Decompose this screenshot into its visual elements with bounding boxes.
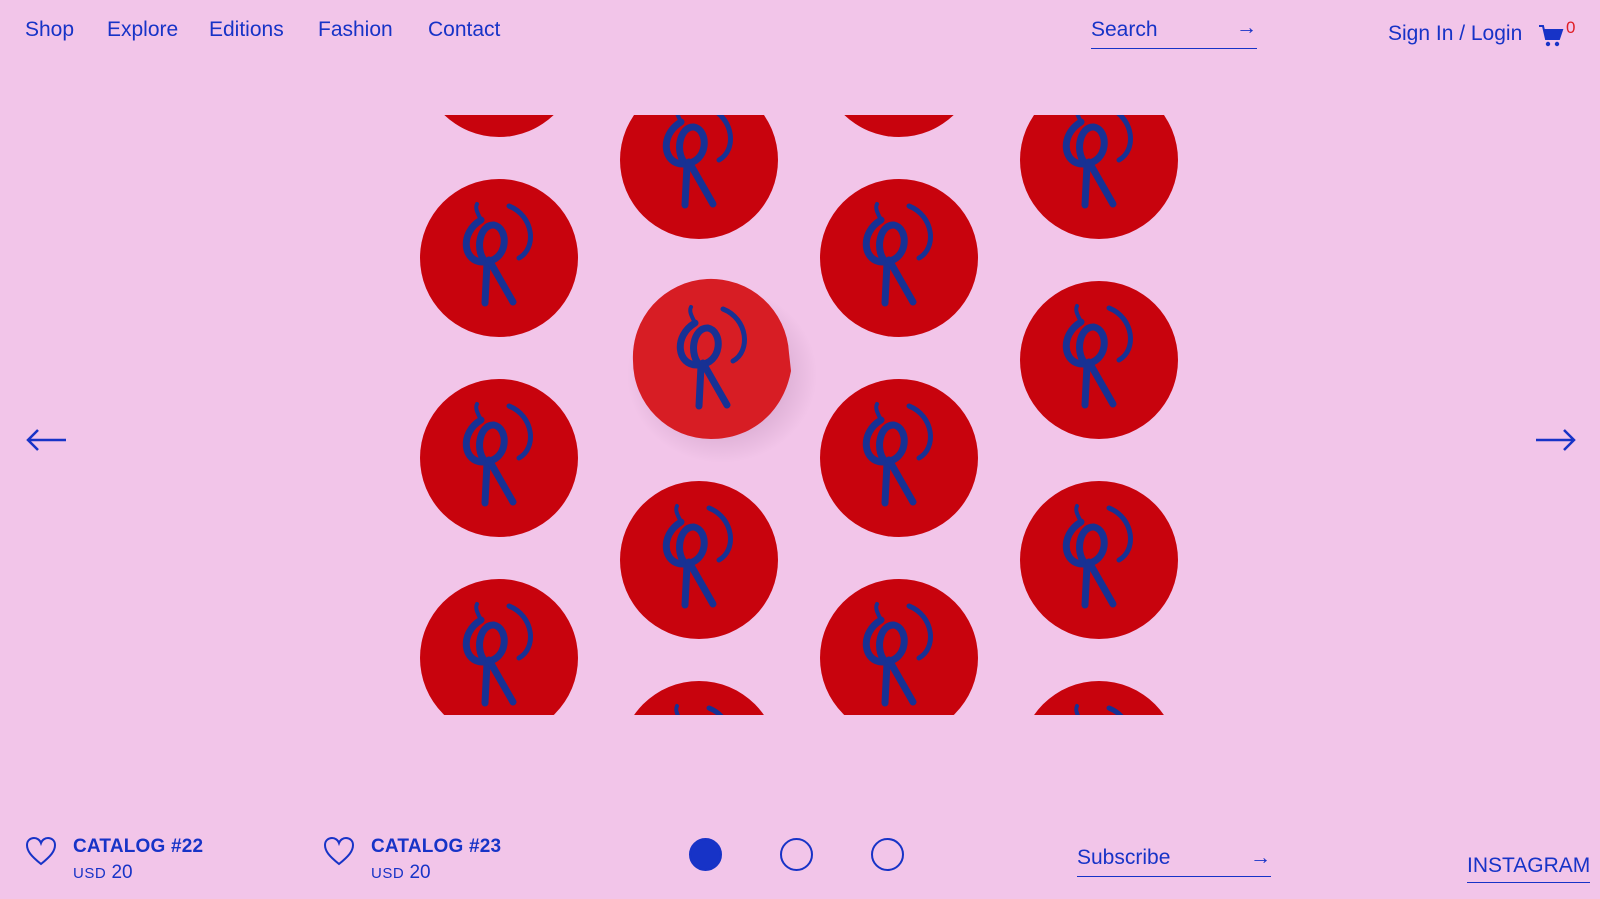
product-card[interactable]: CATALOG #23 USD 20 [323, 836, 501, 884]
product-info: CATALOG #22 USD 20 [73, 836, 203, 884]
main-nav: Shop Explore Editions Fashion Contact [25, 18, 500, 42]
nav-item-explore[interactable]: Explore [107, 18, 209, 42]
product-card[interactable]: CATALOG #22 USD 20 [25, 836, 203, 884]
product-info: CATALOG #23 USD 20 [371, 836, 501, 884]
nav-item-editions[interactable]: Editions [209, 18, 318, 42]
subscribe-arrow-icon[interactable]: → [1250, 846, 1271, 876]
product-currency: USD [73, 865, 107, 882]
cart-icon[interactable] [1538, 24, 1564, 53]
search-arrow-icon[interactable]: → [1236, 16, 1257, 40]
heart-icon[interactable] [25, 836, 57, 871]
signin-link[interactable]: Sign In / Login [1388, 22, 1522, 46]
carousel-dot-2[interactable] [780, 838, 813, 871]
search-input[interactable]: Search → [1091, 16, 1257, 49]
product-title[interactable]: CATALOG #22 [73, 836, 203, 858]
nav-item-fashion[interactable]: Fashion [318, 18, 428, 42]
nav-item-shop[interactable]: Shop [25, 18, 107, 42]
instagram-link[interactable]: INSTAGRAM [1467, 854, 1591, 883]
subscribe-label: Subscribe [1077, 846, 1171, 869]
product-currency: USD [371, 865, 405, 882]
carousel-dot-3[interactable] [871, 838, 904, 871]
sticker-pattern [400, 115, 1200, 715]
carousel-pagination [689, 838, 962, 871]
heart-icon[interactable] [323, 836, 355, 871]
arrow-right-icon[interactable] [1535, 428, 1577, 457]
product-price: USD 20 [73, 862, 203, 884]
arrow-left-icon[interactable] [25, 428, 67, 457]
product-price: USD 20 [371, 862, 501, 884]
hero-image [400, 115, 1200, 715]
search-label: Search [1091, 18, 1158, 41]
product-price-value: 20 [409, 862, 431, 883]
subscribe-input[interactable]: Subscribe → [1077, 846, 1271, 877]
product-title[interactable]: CATALOG #23 [371, 836, 501, 858]
nav-item-contact[interactable]: Contact [428, 18, 500, 42]
carousel-dot-1[interactable] [689, 838, 722, 871]
product-price-value: 20 [111, 862, 133, 883]
page: Shop Explore Editions Fashion Contact Se… [0, 0, 1600, 899]
cart-count-badge: 0 [1566, 18, 1576, 37]
